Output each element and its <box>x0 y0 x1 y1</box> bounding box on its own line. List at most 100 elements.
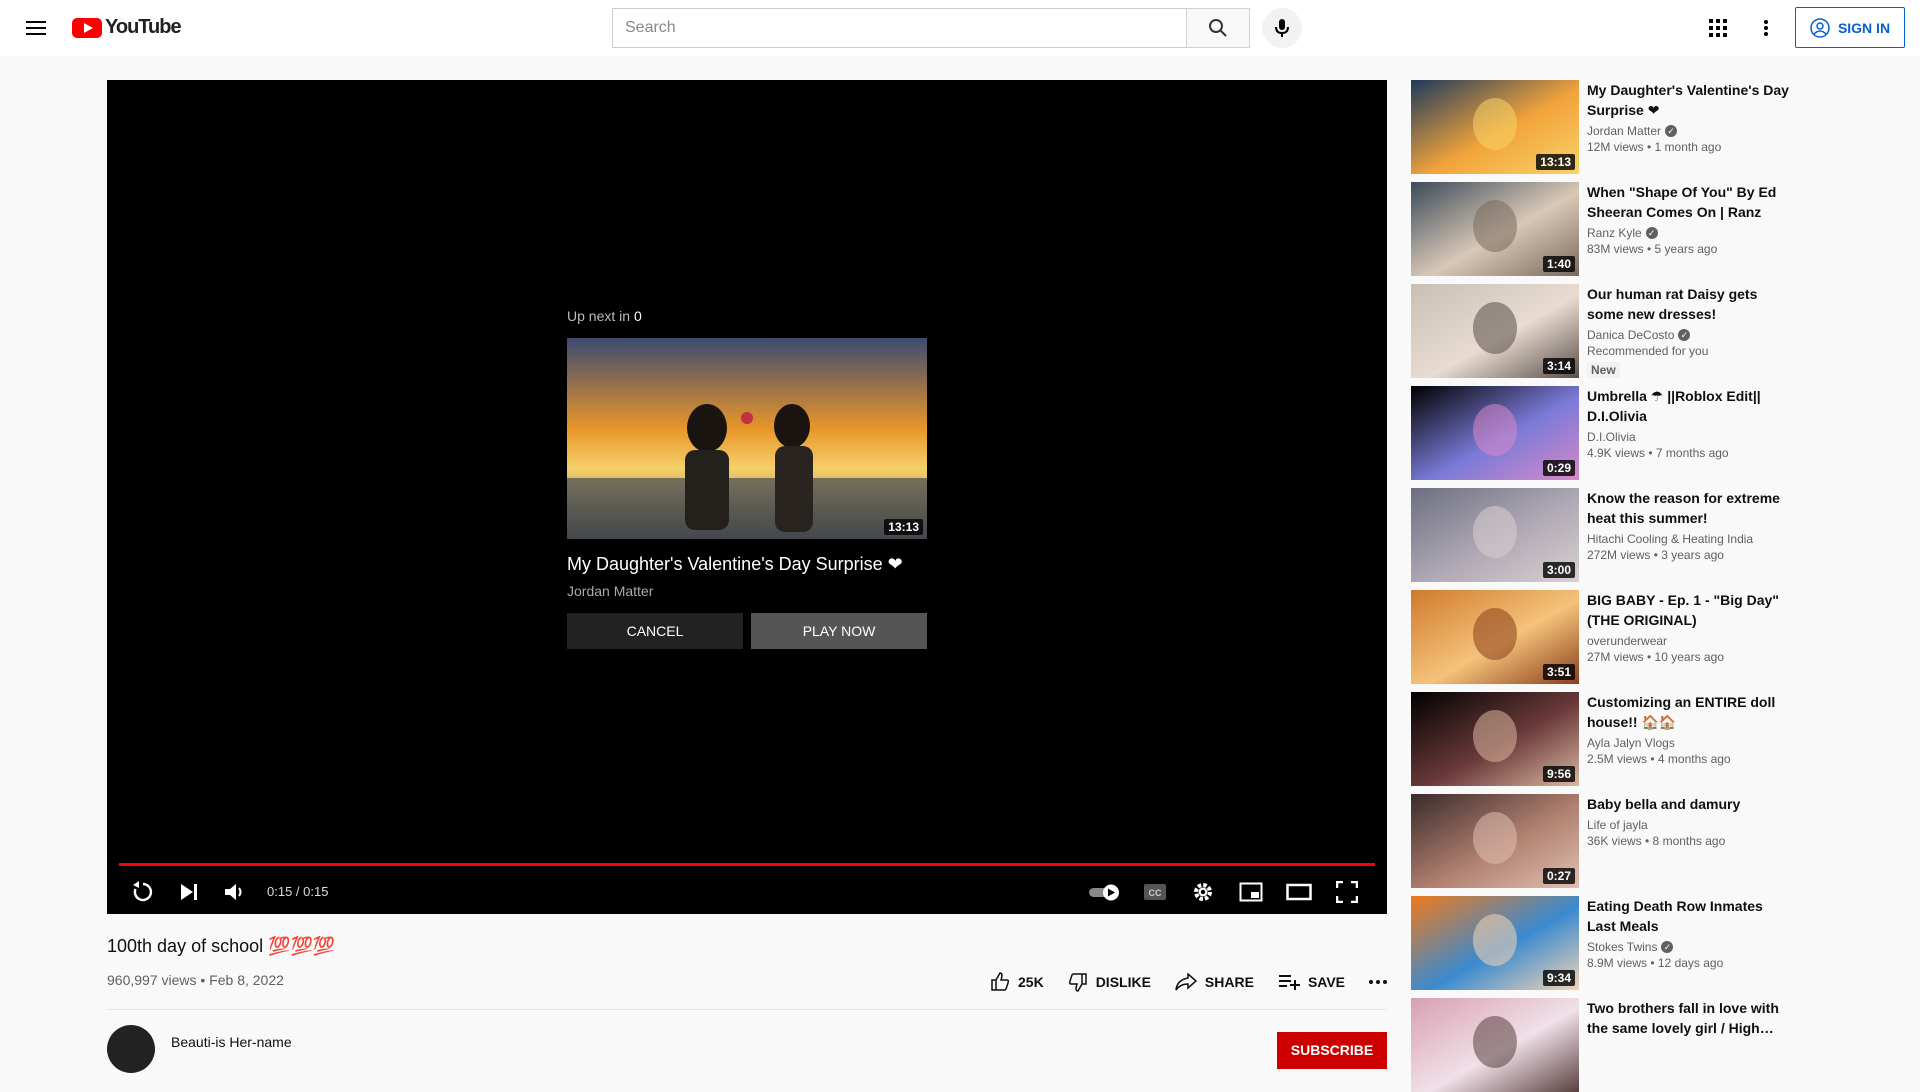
up-next-overlay: Up next in 0 13:13 My Daughter's Valenti… <box>567 308 927 649</box>
search-button[interactable] <box>1186 8 1250 48</box>
countdown-value: 0 <box>633 308 642 324</box>
related-video-thumbnail[interactable]: 3:14 <box>1411 284 1579 378</box>
related-video-info: Know the reason for extreme heat this su… <box>1587 488 1791 562</box>
search-icon <box>1209 19 1227 37</box>
progress-bar[interactable] <box>119 863 1375 866</box>
search-input[interactable] <box>612 8 1186 48</box>
next-button[interactable] <box>171 874 207 910</box>
duration-badge: 13:13 <box>1536 154 1575 170</box>
related-video-item[interactable]: 1:40 When "Shape Of You" By Ed Sheeran Co… <box>1411 182 1791 276</box>
settings-more-button[interactable] <box>1750 12 1782 44</box>
settings-button[interactable] <box>1185 874 1221 910</box>
youtube-logo[interactable]: YouTube <box>72 16 182 39</box>
captions-button[interactable]: CC <box>1137 874 1173 910</box>
like-button[interactable]: 25K <box>990 972 1044 992</box>
related-video-item[interactable]: 9:34 Eating Death Row Inmates Last Meals S… <box>1411 896 1791 990</box>
dislike-button[interactable]: DISLIKE <box>1068 972 1151 992</box>
related-video-title[interactable]: Baby bella and damury <box>1587 794 1791 814</box>
related-video-item[interactable]: 3:51 BIG BABY - Ep. 1 - "Big Day" (THE OR… <box>1411 590 1791 684</box>
apps-button[interactable] <box>1702 12 1734 44</box>
verified-check-icon: ✓ <box>1661 941 1674 953</box>
related-video-title[interactable]: My Daughter's Valentine's Day Surprise ❤ <box>1587 80 1791 120</box>
autoplay-toggle[interactable] <box>1087 874 1123 910</box>
menu-button[interactable] <box>20 12 52 44</box>
related-video-thumbnail[interactable]: 9:34 <box>1411 896 1579 990</box>
sign-in-label: SIGN IN <box>1837 19 1891 36</box>
related-video-item[interactable]: 9:56 Customizing an ENTIRE doll house!! 🏠… <box>1411 692 1791 786</box>
gear-icon <box>1194 883 1212 901</box>
related-video-thumbnail[interactable] <box>1411 998 1579 1092</box>
related-video-info: Baby bella and damury Life of jayla 36K vi… <box>1587 794 1791 848</box>
related-video-channel[interactable]: Hitachi Cooling & Heating India <box>1587 532 1791 546</box>
theater-icon <box>1286 883 1312 901</box>
fullscreen-button[interactable] <box>1329 874 1365 910</box>
sign-in-button[interactable]: SIGN IN <box>1795 7 1905 48</box>
miniplayer-button[interactable] <box>1233 874 1269 910</box>
related-video-title[interactable]: When "Shape Of You" By Ed Sheeran Comes … <box>1587 182 1791 222</box>
share-button[interactable]: SHARE <box>1175 973 1254 991</box>
related-video-thumbnail[interactable]: 0:29 <box>1411 386 1579 480</box>
related-video-thumbnail[interactable]: 13:13 <box>1411 80 1579 174</box>
mute-button[interactable] <box>217 874 253 910</box>
related-video-title[interactable]: BIG BABY - Ep. 1 - "Big Day" (THE ORIGIN… <box>1587 590 1791 630</box>
related-video-title[interactable]: Know the reason for extreme heat this su… <box>1587 488 1791 528</box>
voice-search-button[interactable] <box>1262 8 1302 48</box>
related-video-channel[interactable]: Ranz Kyle ✓ <box>1587 226 1791 240</box>
related-video-channel[interactable]: Jordan Matter ✓ <box>1587 124 1791 138</box>
volume-icon <box>225 884 242 900</box>
video-player[interactable]: Up next in 0 13:13 My Daughter's Valenti… <box>107 80 1387 914</box>
related-video-channel[interactable]: Life of jayla <box>1587 818 1791 832</box>
related-video-title[interactable]: Two brothers fall in love with the same … <box>1587 998 1791 1038</box>
related-video-channel[interactable]: Stokes Twins ✓ <box>1587 940 1791 954</box>
up-next-title[interactable]: My Daughter's Valentine's Day Surprise ❤ <box>567 554 927 575</box>
channel-name[interactable]: Beauti-is Her-name <box>171 1034 292 1050</box>
channel-avatar[interactable] <box>107 1025 155 1073</box>
related-video-channel[interactable]: Ayla Jalyn Vlogs <box>1587 736 1791 750</box>
related-video-info: Our human rat Daisy gets some new dresse… <box>1587 284 1791 379</box>
related-video-thumbnail[interactable]: 9:56 <box>1411 692 1579 786</box>
related-video-meta: 8.9M views • 12 days ago <box>1587 956 1724 970</box>
save-button[interactable]: SAVE <box>1278 973 1345 991</box>
svg-text:CC: CC <box>1149 888 1162 898</box>
related-video-channel[interactable]: overunderwear <box>1587 634 1791 648</box>
cancel-autoplay-button[interactable]: CANCEL <box>567 613 743 649</box>
related-video-item[interactable]: Two brothers fall in love with the same … <box>1411 998 1791 1092</box>
channel-label: Life of jayla <box>1587 818 1648 832</box>
more-actions-button[interactable] <box>1369 980 1388 984</box>
related-video-meta: 4.9K views • 7 months ago <box>1587 446 1729 460</box>
related-video-info: Two brothers fall in love with the same … <box>1587 998 1791 1038</box>
thumbnail-image <box>1411 998 1579 1092</box>
related-video-meta: 12M views • 1 month ago <box>1587 140 1722 154</box>
duration-badge: 0:29 <box>1542 460 1575 476</box>
related-video-title[interactable]: Customizing an ENTIRE doll house!! 🏠🏠 <box>1587 692 1791 732</box>
related-video-channel[interactable]: Danica DeCosto ✓ <box>1587 328 1791 342</box>
related-video-thumbnail[interactable]: 3:51 <box>1411 590 1579 684</box>
logo-text: YouTube <box>105 16 182 38</box>
related-video-item[interactable]: 3:00 Know the reason for extreme heat thi… <box>1411 488 1791 582</box>
related-video-item[interactable]: 13:13 My Daughter's Valentine's Day Surpr… <box>1411 80 1791 174</box>
related-video-channel[interactable]: D.I.Olivia <box>1587 430 1791 444</box>
verified-check-icon: ✓ <box>1665 125 1678 137</box>
related-video-item[interactable]: 3:14 Our human rat Daisy gets some new dr… <box>1411 284 1791 378</box>
related-video-thumbnail[interactable]: 0:27 <box>1411 794 1579 888</box>
theater-mode-button[interactable] <box>1281 874 1317 910</box>
subscribe-button[interactable]: SUBSCRIBE <box>1277 1032 1387 1069</box>
related-video-meta: Recommended for you <box>1587 344 1709 358</box>
related-video-item[interactable]: 0:29 Umbrella ☂ ||Roblox Edit|| D.I.Olivi… <box>1411 386 1791 480</box>
search-bar <box>612 8 1302 48</box>
share-label: SHARE <box>1204 974 1254 990</box>
related-video-title[interactable]: Eating Death Row Inmates Last Meals <box>1587 896 1791 936</box>
related-video-thumbnail[interactable]: 3:00 <box>1411 488 1579 582</box>
hamburger-icon <box>26 21 46 35</box>
play-now-button[interactable]: PLAY NOW <box>751 613 927 649</box>
replay-button[interactable] <box>125 874 161 910</box>
related-video-info: Eating Death Row Inmates Last Meals Stoke… <box>1587 896 1791 970</box>
thumbnail-image <box>567 338 927 539</box>
related-video-thumbnail[interactable]: 1:40 <box>1411 182 1579 276</box>
up-next-thumbnail[interactable]: 13:13 <box>567 338 927 539</box>
related-video-title[interactable]: Umbrella ☂ ||Roblox Edit|| D.I.Olivia <box>1587 386 1791 426</box>
related-video-title[interactable]: Our human rat Daisy gets some new dresse… <box>1587 284 1791 324</box>
info-divider <box>107 1009 1387 1010</box>
related-video-item[interactable]: 0:27 Baby bella and damury Life of jayla 36… <box>1411 794 1791 888</box>
duration-badge: 3:00 <box>1542 562 1575 578</box>
